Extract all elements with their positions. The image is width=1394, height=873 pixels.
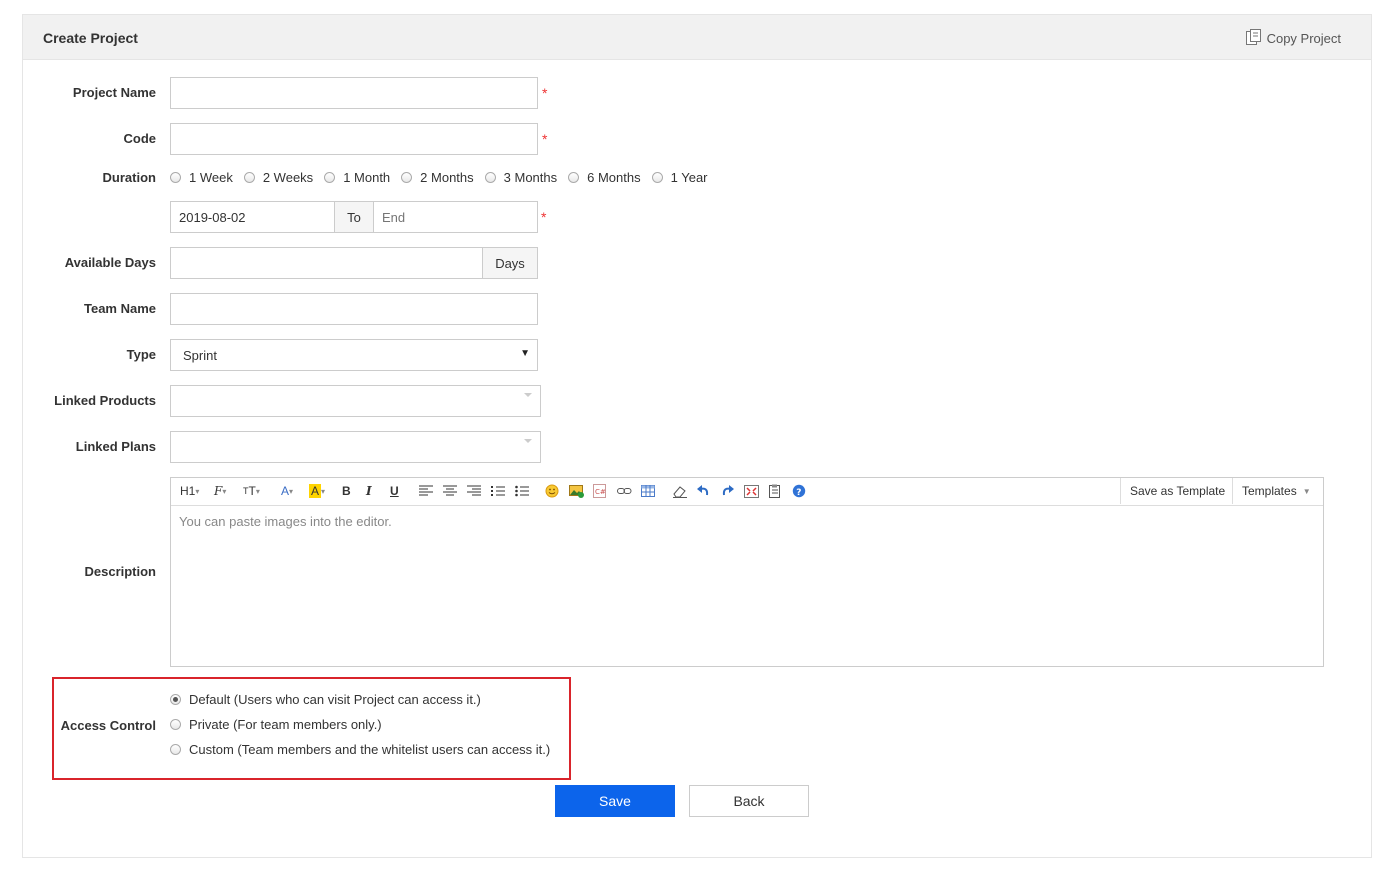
bold-button[interactable]: B <box>342 483 351 499</box>
duration-option-label: 3 Months <box>503 170 558 185</box>
forecolor-label: A <box>281 484 290 498</box>
type-selected-value: Sprint <box>183 347 217 363</box>
heading-label: H1 <box>180 484 196 498</box>
paste-icon[interactable] <box>769 483 782 499</box>
panel-header: Create Project Copy Project <box>23 15 1371 60</box>
available-days-input[interactable] <box>170 247 483 279</box>
ordered-list-icon[interactable] <box>491 483 505 499</box>
size-label: T <box>248 484 256 498</box>
duration-radio-6-months[interactable] <box>568 172 580 183</box>
undo-icon[interactable] <box>697 483 710 499</box>
code-input[interactable] <box>170 123 538 155</box>
type-label: Type <box>126 347 156 362</box>
chevron-down-icon: ▼ <box>1302 486 1311 496</box>
code-icon[interactable]: C# <box>593 483 607 499</box>
font-label: F <box>214 484 223 498</box>
project-name-label: Project Name <box>72 85 156 100</box>
required-mark: * <box>542 85 548 101</box>
duration-option-label: 2 Months <box>420 170 474 185</box>
templates-label: Templates <box>1242 484 1297 498</box>
end-date-input[interactable] <box>373 201 538 233</box>
editor-placeholder: You can paste images into the editor. <box>179 514 392 529</box>
forecolor-button[interactable]: A ▾ <box>281 483 293 499</box>
access-control-label: Access Control <box>60 718 156 733</box>
chevron-down-icon <box>524 439 532 443</box>
duration-radio-2-months[interactable] <box>401 172 413 183</box>
linked-products-select[interactable] <box>170 385 541 417</box>
duration-radio-2-weeks[interactable] <box>243 172 255 183</box>
duration-option-label: 1 Month <box>343 170 391 185</box>
copy-icon <box>1245 28 1263 49</box>
linked-products-label: Linked Products <box>54 393 156 408</box>
duration-radio-3-months[interactable] <box>484 172 496 183</box>
align-center-icon[interactable] <box>443 483 457 499</box>
duration-option-label: 1 Week <box>189 170 233 185</box>
duration-option-label: 6 Months <box>587 170 641 185</box>
access-option-label: Default (Users who can visit Project can… <box>189 692 481 707</box>
italic-button[interactable]: I <box>366 483 372 499</box>
access-radio-default[interactable] <box>170 694 181 705</box>
linked-plans-label: Linked Plans <box>75 439 156 454</box>
eraser-icon[interactable] <box>673 483 687 499</box>
linked-plans-select[interactable] <box>170 431 541 463</box>
access-option-label: Private (For team members only.) <box>189 717 382 732</box>
chevron-down-icon <box>524 393 532 397</box>
font-family-button[interactable]: F ▾ <box>214 483 226 499</box>
project-name-input[interactable] <box>170 77 538 109</box>
image-icon[interactable] <box>569 483 584 499</box>
highlight-button[interactable]: A ▾ <box>309 483 325 499</box>
save-as-template-button[interactable]: Save as Template <box>1120 478 1234 504</box>
page-title: Create Project <box>43 30 138 46</box>
description-label: Description <box>84 564 156 579</box>
required-mark: * <box>541 209 547 225</box>
team-name-input[interactable] <box>170 293 538 325</box>
type-select[interactable]: Sprint ▼ <box>170 339 538 371</box>
duration-label: Duration <box>102 170 156 185</box>
align-right-icon[interactable] <box>467 483 481 499</box>
access-option-default[interactable]: Default (Users who can visit Project can… <box>170 692 492 707</box>
svg-text:C#: C# <box>595 488 606 496</box>
required-mark: * <box>542 131 548 147</box>
access-option-private[interactable]: Private (For team members only.) <box>170 717 393 732</box>
duration-option-label: 2 Weeks <box>262 170 314 185</box>
templates-dropdown[interactable]: Templates ▼ <box>1232 478 1320 504</box>
editor-toolbar: H1 ▾ F ▾ T T ▾ A ▾ A ▾ B I U C# ? Save as Temp… <box>171 478 1323 506</box>
back-button[interactable]: Back <box>689 785 809 817</box>
help-icon[interactable]: ? <box>792 483 806 499</box>
available-days-label: Available Days <box>64 255 156 270</box>
duration-radio-1-month[interactable] <box>324 172 336 183</box>
days-addon: Days <box>482 247 538 279</box>
copy-project-label: Copy Project <box>1266 31 1341 46</box>
to-addon: To <box>334 201 374 233</box>
code-label: Code <box>123 131 157 146</box>
access-option-label: Custom (Team members and the whitelist u… <box>189 742 551 757</box>
access-radio-custom[interactable] <box>170 744 181 755</box>
duration-option-label: 1 Year <box>670 170 708 185</box>
redo-icon[interactable] <box>721 483 734 499</box>
access-radio-private[interactable] <box>170 719 181 730</box>
copy-project-button[interactable]: Copy Project <box>1245 28 1341 49</box>
emoticon-icon[interactable] <box>545 483 559 499</box>
team-name-label: Team Name <box>83 301 156 316</box>
description-editor[interactable]: H1 ▾ F ▾ T T ▾ A ▾ A ▾ B I U C# ? Save as Temp… <box>170 477 1324 667</box>
duration-options: 1 Week 2 Weeks 1 Month 2 Months 3 Months… <box>170 170 719 185</box>
save-button[interactable]: Save <box>555 785 675 817</box>
begin-date-input[interactable] <box>170 201 335 233</box>
access-option-custom[interactable]: Custom (Team members and the whitelist u… <box>170 742 561 757</box>
svg-text:?: ? <box>796 488 801 498</box>
link-icon[interactable] <box>617 483 632 499</box>
highlight-label: A <box>309 484 322 498</box>
table-icon[interactable] <box>641 483 655 499</box>
font-size-button[interactable]: T T ▾ <box>243 483 260 499</box>
bullet-list-icon[interactable] <box>515 483 529 499</box>
dropdown-caret-icon: ▼ <box>520 348 530 359</box>
duration-radio-1-week[interactable] <box>170 172 181 183</box>
underline-button[interactable]: U <box>390 483 399 499</box>
heading-button[interactable]: H1 ▾ <box>180 483 199 499</box>
duration-radio-1-year[interactable] <box>651 172 663 183</box>
align-left-icon[interactable] <box>419 483 433 499</box>
fullscreen-icon[interactable] <box>744 483 759 499</box>
